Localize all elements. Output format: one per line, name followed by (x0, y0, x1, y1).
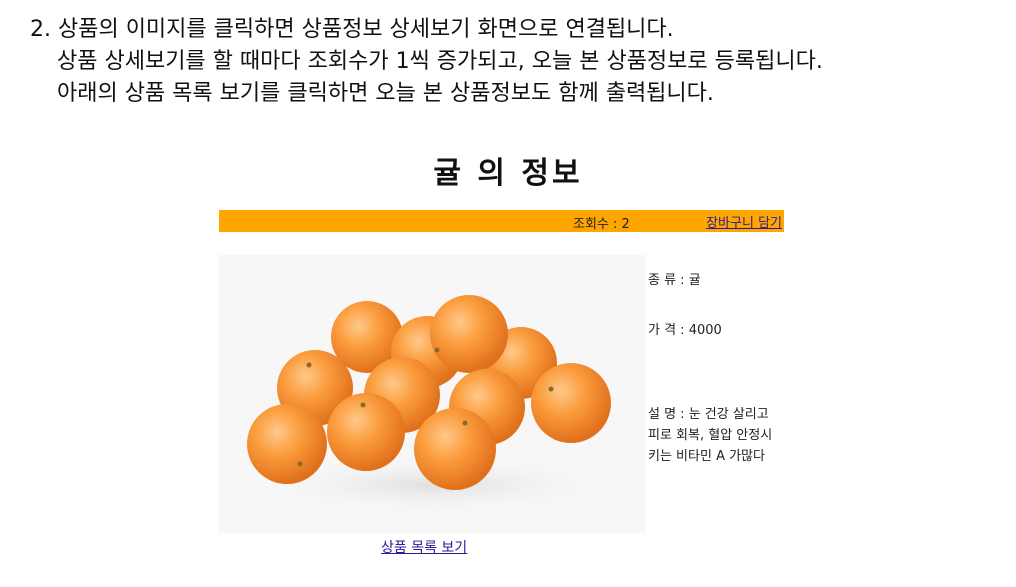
instruction-line-2: 상품 상세보기를 할 때마다 조회수가 1씩 증가되고, 오늘 본 상품정보로 … (57, 49, 823, 74)
instruction-line-3: 아래의 상품 목록 보기를 클릭하면 오늘 본 상품정보도 함께 출력됩니다. (57, 81, 714, 106)
product-description: 설 명 : 눈 건강 살리고 피로 회복, 혈압 안정시키는 비타민 A 가많다 (648, 407, 773, 464)
product-kind: 종 류 : 귤 (648, 273, 701, 288)
product-price: 가 격 : 4000 (648, 323, 722, 338)
tangerine-photo-icon (244, 295, 624, 515)
product-header-bar: 조회수 : 2 장바구니 담기 (219, 210, 784, 232)
instruction-line-1: 2. 상품의 이미지를 클릭하면 상품정보 상세보기 화면으로 연결됩니다. (30, 17, 674, 42)
view-count: 조회수 : 2 (573, 217, 630, 232)
instructions: 2. 상품의 이미지를 클릭하면 상품정보 상세보기 화면으로 연결됩니다. 상… (30, 14, 1010, 110)
product-list-link[interactable]: 상품 목록 보기 (381, 537, 467, 557)
product-image[interactable] (219, 255, 645, 533)
add-to-cart-link[interactable]: 장바구니 담기 (706, 212, 782, 231)
page-title: 귤 의 정보 (433, 156, 583, 191)
